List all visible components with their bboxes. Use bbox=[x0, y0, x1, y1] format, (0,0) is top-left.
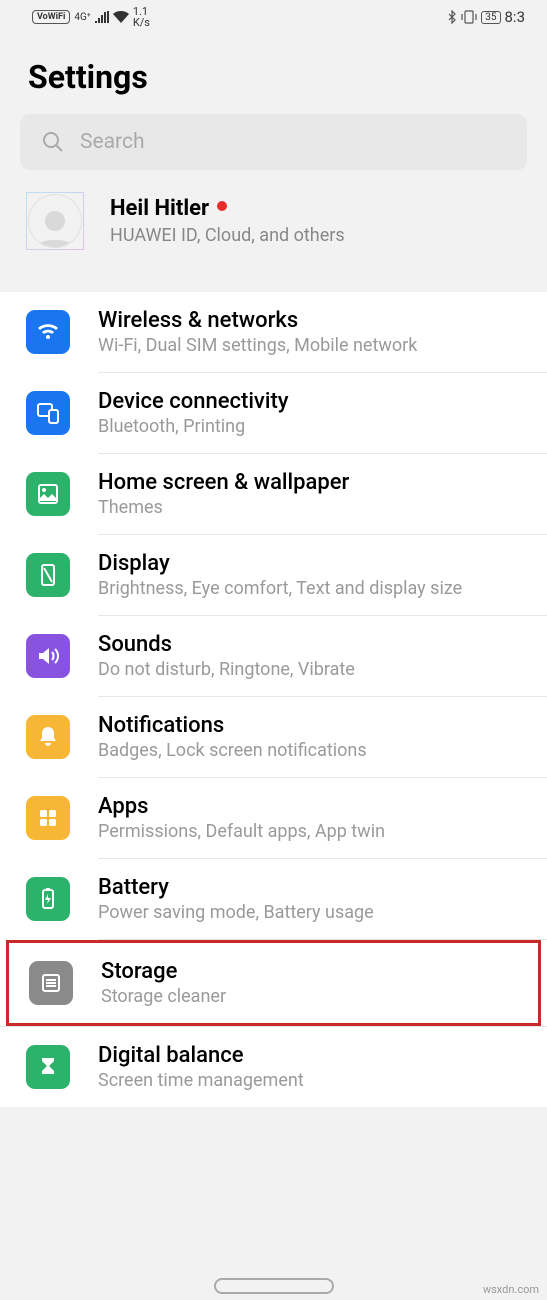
item-title: Apps bbox=[98, 794, 535, 819]
search-placeholder: Search bbox=[80, 130, 145, 154]
status-left: VoWiFi 4G⁺ 1.1 K/s bbox=[32, 6, 150, 28]
wifi-status-icon bbox=[113, 11, 129, 23]
clock: 8:3 bbox=[505, 8, 526, 26]
item-sub: Storage cleaner bbox=[101, 986, 526, 1007]
bluetooth-icon bbox=[447, 10, 457, 24]
network-4g: 4G⁺ bbox=[74, 12, 90, 23]
item-title: Notifications bbox=[98, 713, 535, 738]
battery-icon bbox=[26, 877, 70, 921]
item-sub: Screen time management bbox=[98, 1070, 535, 1091]
device-icon bbox=[26, 391, 70, 435]
account-row[interactable]: Heil Hitler HUAWEI ID, Cloud, and others bbox=[0, 170, 547, 276]
avatar bbox=[26, 192, 84, 250]
status-right: 35 8:3 bbox=[447, 8, 525, 26]
person-icon bbox=[33, 207, 77, 247]
status-bar: VoWiFi 4G⁺ 1.1 K/s 35 8:3 bbox=[0, 0, 547, 34]
item-title: Wireless & networks bbox=[98, 308, 535, 333]
vibrate-icon bbox=[461, 10, 477, 24]
apps-icon bbox=[26, 796, 70, 840]
item-battery[interactable]: BatteryPower saving mode, Battery usage bbox=[0, 859, 547, 939]
item-sub: Power saving mode, Battery usage bbox=[98, 902, 535, 923]
hourglass-icon bbox=[26, 1045, 70, 1089]
settings-list: Wireless & networksWi-Fi, Dual SIM setti… bbox=[0, 292, 547, 1107]
item-storage[interactable]: StorageStorage cleaner bbox=[9, 943, 538, 1023]
item-sub: Badges, Lock screen notifications bbox=[98, 740, 535, 761]
item-sub: Themes bbox=[98, 497, 535, 518]
search-bar[interactable]: Search bbox=[20, 114, 527, 170]
item-sub: Wi-Fi, Dual SIM settings, Mobile network bbox=[98, 335, 535, 356]
page-header: Settings bbox=[0, 34, 547, 114]
item-sub: Permissions, Default apps, App twin bbox=[98, 821, 535, 842]
account-sub: HUAWEI ID, Cloud, and others bbox=[110, 225, 345, 246]
item-digital-balance[interactable]: Digital balanceScreen time management bbox=[0, 1027, 547, 1107]
item-sub: Brightness, Eye comfort, Text and displa… bbox=[98, 578, 535, 599]
item-title: Storage bbox=[101, 959, 526, 984]
notification-dot bbox=[217, 201, 227, 211]
page-title: Settings bbox=[28, 58, 519, 96]
display-icon bbox=[26, 553, 70, 597]
battery-indicator: 35 bbox=[481, 11, 500, 24]
signal-icon bbox=[95, 11, 109, 23]
bell-icon bbox=[26, 715, 70, 759]
nav-handle[interactable] bbox=[214, 1278, 334, 1294]
item-sounds[interactable]: SoundsDo not disturb, Ringtone, Vibrate bbox=[0, 616, 547, 696]
wallpaper-icon bbox=[26, 472, 70, 516]
storage-icon bbox=[29, 961, 73, 1005]
account-name: Heil Hitler bbox=[110, 196, 209, 221]
vowifi-badge: VoWiFi bbox=[32, 10, 70, 24]
item-home-wallpaper[interactable]: Home screen & wallpaperThemes bbox=[0, 454, 547, 534]
account-text: Heil Hitler HUAWEI ID, Cloud, and others bbox=[110, 196, 345, 246]
item-wireless[interactable]: Wireless & networksWi-Fi, Dual SIM setti… bbox=[0, 292, 547, 372]
item-title: Sounds bbox=[98, 632, 535, 657]
item-title: Home screen & wallpaper bbox=[98, 470, 535, 495]
search-icon bbox=[42, 131, 64, 153]
wifi-icon bbox=[26, 310, 70, 354]
watermark: wsxdn.com bbox=[483, 1283, 539, 1296]
net-speed: 1.1 K/s bbox=[133, 6, 150, 28]
item-sub: Bluetooth, Printing bbox=[98, 416, 535, 437]
item-sub: Do not disturb, Ringtone, Vibrate bbox=[98, 659, 535, 680]
item-title: Display bbox=[98, 551, 535, 576]
item-display[interactable]: DisplayBrightness, Eye comfort, Text and… bbox=[0, 535, 547, 615]
item-apps[interactable]: AppsPermissions, Default apps, App twin bbox=[0, 778, 547, 858]
highlight-box: StorageStorage cleaner bbox=[6, 940, 541, 1026]
item-device-connectivity[interactable]: Device connectivityBluetooth, Printing bbox=[0, 373, 547, 453]
item-title: Digital balance bbox=[98, 1043, 535, 1068]
item-notifications[interactable]: NotificationsBadges, Lock screen notific… bbox=[0, 697, 547, 777]
sound-icon bbox=[26, 634, 70, 678]
item-title: Device connectivity bbox=[98, 389, 535, 414]
item-title: Battery bbox=[98, 875, 535, 900]
